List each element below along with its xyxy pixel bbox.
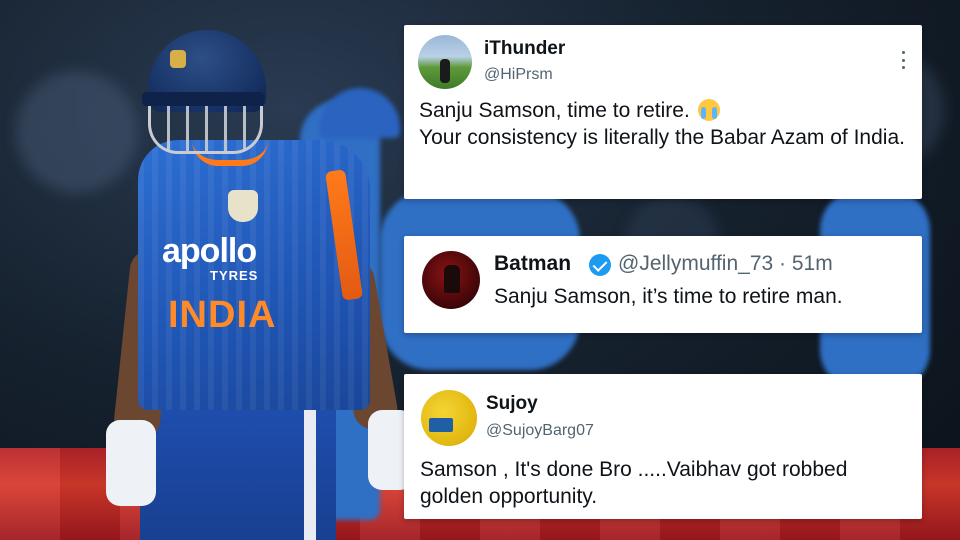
tweet-author-name[interactable]: Batman: [494, 252, 571, 276]
tweet-text: Samson , It's done Bro .....Vaibhav got …: [420, 458, 848, 508]
batting-glove-icon: [106, 420, 156, 506]
batsman-figure: apollo TYRES INDIA: [100, 20, 420, 540]
yellow-avatar-icon[interactable]: [421, 390, 477, 446]
tweet-author-handle-time[interactable]: @Jellymuffin_73 · 51m: [618, 252, 833, 276]
helmet-badge-icon: [170, 50, 186, 68]
helmet-peak: [142, 92, 264, 106]
tweet-author-handle[interactable]: @HiPrsm: [484, 66, 553, 84]
batsman-trousers: [140, 396, 336, 540]
tweet-text-line: Your consistency is literally the Babar …: [419, 125, 905, 149]
stadium-avatar-icon[interactable]: [418, 35, 472, 89]
jersey-sponsor: apollo: [162, 232, 257, 270]
jersey-team-name: INDIA: [168, 294, 277, 336]
verified-badge-icon: [589, 254, 611, 276]
loudly-crying-face-icon: [697, 99, 720, 121]
batman-avatar-icon[interactable]: [422, 251, 480, 309]
tweet-author-name[interactable]: iThunder: [484, 38, 565, 60]
jersey-sponsor-sub: TYRES: [210, 268, 259, 283]
tweet-card[interactable]: Sujoy @SujoyBarg07 Samson , It's done Br…: [404, 374, 922, 519]
bcci-crest-icon: [228, 190, 258, 222]
tweet-card[interactable]: Batman @Jellymuffin_73 · 51m Sanju Samso…: [404, 236, 922, 333]
tweet-text: Sanju Samson, time to retire. Your consi…: [419, 98, 914, 152]
tweet-text: Sanju Samson, it’s time to retire man.: [494, 285, 843, 308]
tweet-card[interactable]: iThunder @HiPrsm Sanju Samson, time to r…: [404, 25, 922, 199]
tweet-author-name[interactable]: Sujoy: [486, 393, 538, 415]
tweet-text-line: Sanju Samson, time to retire.: [419, 99, 690, 122]
tweet-author-handle[interactable]: @SujoyBarg07: [486, 422, 594, 440]
helmet-grille: [148, 106, 263, 154]
more-options-icon[interactable]: [900, 51, 906, 69]
